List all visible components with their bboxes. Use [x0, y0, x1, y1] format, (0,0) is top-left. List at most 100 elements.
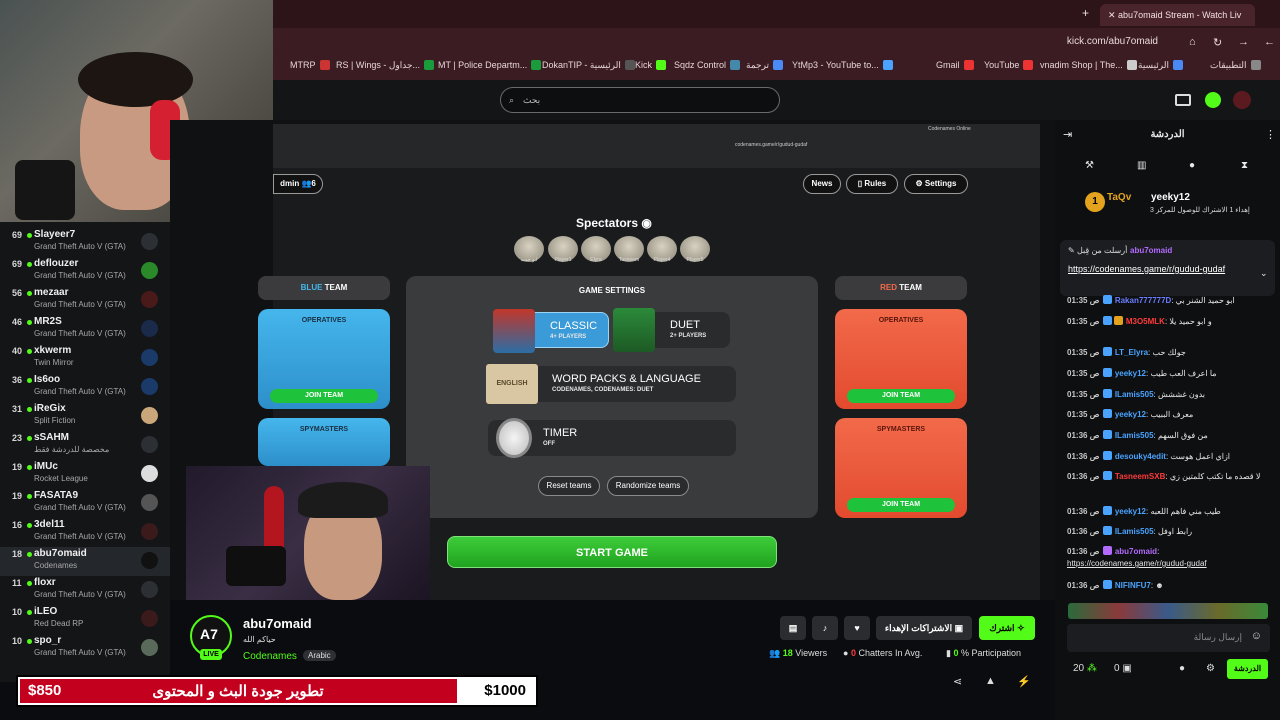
sidebar-channel[interactable]: 11 floxr Grand Theft Auto V (GTA)	[0, 576, 170, 605]
bookmark-item[interactable]: YouTube	[984, 60, 1034, 70]
category-link[interactable]: Codenames	[243, 651, 297, 662]
clip-button[interactable]: ▤	[780, 616, 806, 640]
sidebar-channel[interactable]: 69 deflouzer Grand Theft Auto V (GTA)	[0, 257, 170, 286]
emoji-icon[interactable]: ☺	[1251, 630, 1262, 642]
send-chat-button[interactable]: الدردشة	[1227, 659, 1268, 679]
sidebar-channel[interactable]: 10 iLEO Red Dead RP	[0, 605, 170, 634]
gift-subs-button[interactable]: الاشتراكات الإهداء ▣	[876, 616, 972, 640]
red-team-header: RED TEAM	[835, 276, 967, 300]
bookmark-item[interactable]: التطبيقات	[1210, 60, 1261, 71]
chat-input[interactable]: إرسال رسالة ☺	[1067, 624, 1270, 652]
sidebar-channel[interactable]: 16 3del11 Grand Theft Auto V (GTA)	[0, 518, 170, 547]
new-tab-icon[interactable]: +	[1082, 6, 1089, 20]
sidebar-channel[interactable]: 19 iMUc Rocket League	[0, 460, 170, 489]
news-button[interactable]: News	[803, 174, 841, 194]
settings-button[interactable]: ⚙ Settings	[904, 174, 968, 194]
webcam-overlay-bottom	[186, 466, 430, 600]
sidebar-channel[interactable]: 40 xkwerm Twin Mirror	[0, 344, 170, 373]
bookmark-item[interactable]: Gmail	[936, 60, 974, 70]
bookmark-item[interactable]: Sqdz Control	[674, 60, 741, 70]
sidebar-channel[interactable]: 69 Slayeer7 Grand Theft Auto V (GTA)	[0, 228, 170, 257]
top-gifter-user[interactable]: TaQv	[1107, 192, 1131, 203]
chat-bubble-icon[interactable]: ●	[1189, 160, 1195, 171]
trash-icon[interactable]: ▥	[1137, 160, 1146, 171]
red-spymasters-join-button[interactable]: JOIN TEAM	[847, 498, 955, 512]
randomize-teams-button[interactable]: Randomize teams	[607, 476, 689, 496]
channel-avatar	[141, 320, 158, 337]
bookmark-item[interactable]: ترجمة	[746, 60, 784, 71]
timer-button[interactable]: TIMER OFF	[488, 418, 736, 458]
bookmark-item[interactable]: RS | Wings - جداول...	[336, 60, 435, 71]
bookmark-item[interactable]: MTRP	[290, 60, 330, 70]
start-game-button[interactable]: START GAME	[447, 536, 777, 568]
channel-avatar	[141, 639, 158, 656]
more-options-icon[interactable]: ⋮	[1265, 128, 1276, 141]
microphone	[226, 546, 286, 586]
kick-logo-icon[interactable]	[1205, 92, 1221, 108]
subscribe-button[interactable]: اشترك ✧	[979, 616, 1035, 640]
viewers-stat: 👥 18 Viewers	[769, 648, 828, 658]
bookmark-item[interactable]: Kick	[635, 60, 667, 70]
close-tab-icon[interactable]: ✕	[1108, 10, 1118, 20]
search-input[interactable]: ⌕ بحث	[500, 87, 780, 113]
channel-name[interactable]: abu7omaid	[243, 616, 312, 631]
word-packs-button[interactable]: ENGLISH WORD PACKS & LANGUAGE CODENAMES, …	[486, 364, 736, 404]
pinned-link[interactable]: https://codenames.game/r/gudud-gudaf	[1068, 264, 1253, 274]
search-placeholder: بحث	[523, 95, 541, 105]
hourglass-icon[interactable]: ⧗	[1241, 160, 1248, 171]
gear-icon[interactable]: ⚙	[1206, 663, 1215, 674]
reset-teams-button[interactable]: Reset teams	[538, 476, 600, 496]
pinned-user[interactable]: abu7omaid	[1130, 246, 1172, 255]
mute-icon[interactable]: ⚡	[1017, 675, 1031, 688]
sidebar-channel[interactable]: 46 MR2S Grand Theft Auto V (GTA)	[0, 315, 170, 344]
duet-mode-button[interactable]: DUET 2+ PLAYERS	[613, 308, 730, 352]
bookmark-item[interactable]: MT | Police Departm...	[438, 60, 542, 70]
sidebar-channel[interactable]: 36 Is6oo Grand Theft Auto V (GTA)	[0, 373, 170, 402]
theater-icon[interactable]	[1175, 94, 1191, 106]
chat-message: 01:36 ص yeeky12: طيب مني فاهم اللعبه	[1067, 506, 1221, 516]
live-badge: LIVE	[200, 649, 222, 660]
bookmark-item[interactable]: vnadim Shop | The...	[1040, 60, 1137, 70]
emote-bar[interactable]	[1068, 603, 1268, 619]
sidebar-channel[interactable]: 23 sSAHM مخصصة للدردشة فقط	[0, 431, 170, 460]
chat-link[interactable]: https://codenames.game/r/gudud-gudaf	[1067, 559, 1272, 568]
forward-arrow-icon[interactable]: →	[1238, 36, 1249, 48]
chat-message: 01:35 ص ILamis505: بدون غششش	[1067, 389, 1206, 399]
sidebar-channel-active[interactable]: 18 abu7omaid Codenames	[0, 547, 170, 576]
red-operatives-join-button[interactable]: JOIN TEAM	[847, 389, 955, 403]
top-gifter-user-2[interactable]: yeeky12	[1151, 192, 1190, 203]
points-counter[interactable]: 20 ⁂	[1073, 663, 1097, 674]
collapse-chat-icon[interactable]: ⇥	[1063, 128, 1072, 141]
share-icon[interactable]: ⋖	[953, 675, 962, 688]
eye-icon: ◉	[641, 216, 652, 230]
gift-counter[interactable]: 0 ▣	[1114, 663, 1132, 674]
sidebar-channel[interactable]: 19 FASATA9 Grand Theft Auto V (GTA)	[0, 489, 170, 518]
back-arrow-icon[interactable]: ←	[1264, 36, 1275, 48]
chart-icon: ▮	[946, 648, 951, 658]
home-icon[interactable]: ⌂	[1189, 36, 1196, 48]
gift-icon: ▣	[954, 623, 964, 633]
sidebar-channel[interactable]: 31 iReGix Split Fiction	[0, 402, 170, 431]
mod-tools-icon[interactable]: ⚒	[1085, 160, 1094, 171]
donation-goal-bar: $850 تطوير جودة البث و المحتوى $1000	[16, 675, 538, 707]
bookmark-item[interactable]: الرئيسية	[1138, 60, 1183, 71]
chat-header: الدردشة ⇥ ⋮	[1055, 120, 1280, 150]
language-tag[interactable]: Arabic	[303, 650, 336, 661]
sidebar-channel[interactable]: 56 mezaar Grand Theft Auto V (GTA)	[0, 286, 170, 315]
bookmark-item[interactable]: DokanTIP - الرئيسية	[542, 60, 635, 71]
classic-mode-button[interactable]: CLASSIC 4+ PLAYERS	[493, 309, 609, 353]
follow-button[interactable]: ♥	[844, 616, 870, 640]
chat-bubble-icon[interactable]: ●	[1179, 663, 1185, 674]
blue-operatives-join-button[interactable]: JOIN TEAM	[270, 389, 378, 403]
report-icon[interactable]: ▲	[985, 675, 996, 687]
chevron-down-icon[interactable]: ⌄	[1260, 268, 1268, 279]
sidebar-channel[interactable]: 10 spo_r Grand Theft Auto V (GTA)	[0, 634, 170, 663]
reload-icon[interactable]: ↻	[1213, 36, 1222, 49]
user-avatar[interactable]	[1233, 91, 1251, 109]
rules-button[interactable]: ▯ Rules	[846, 174, 898, 194]
admin-button[interactable]: dmin 👥6	[273, 174, 323, 194]
bookmark-item[interactable]: YtMp3 - YouTube to...	[792, 60, 893, 70]
address-bar[interactable]: kick.com/abu7omaid	[280, 32, 1180, 52]
notification-button[interactable]: ♪	[812, 616, 838, 640]
browser-tab-active[interactable]: ✕ abu7omaid Stream - Watch Liv	[1100, 4, 1255, 26]
